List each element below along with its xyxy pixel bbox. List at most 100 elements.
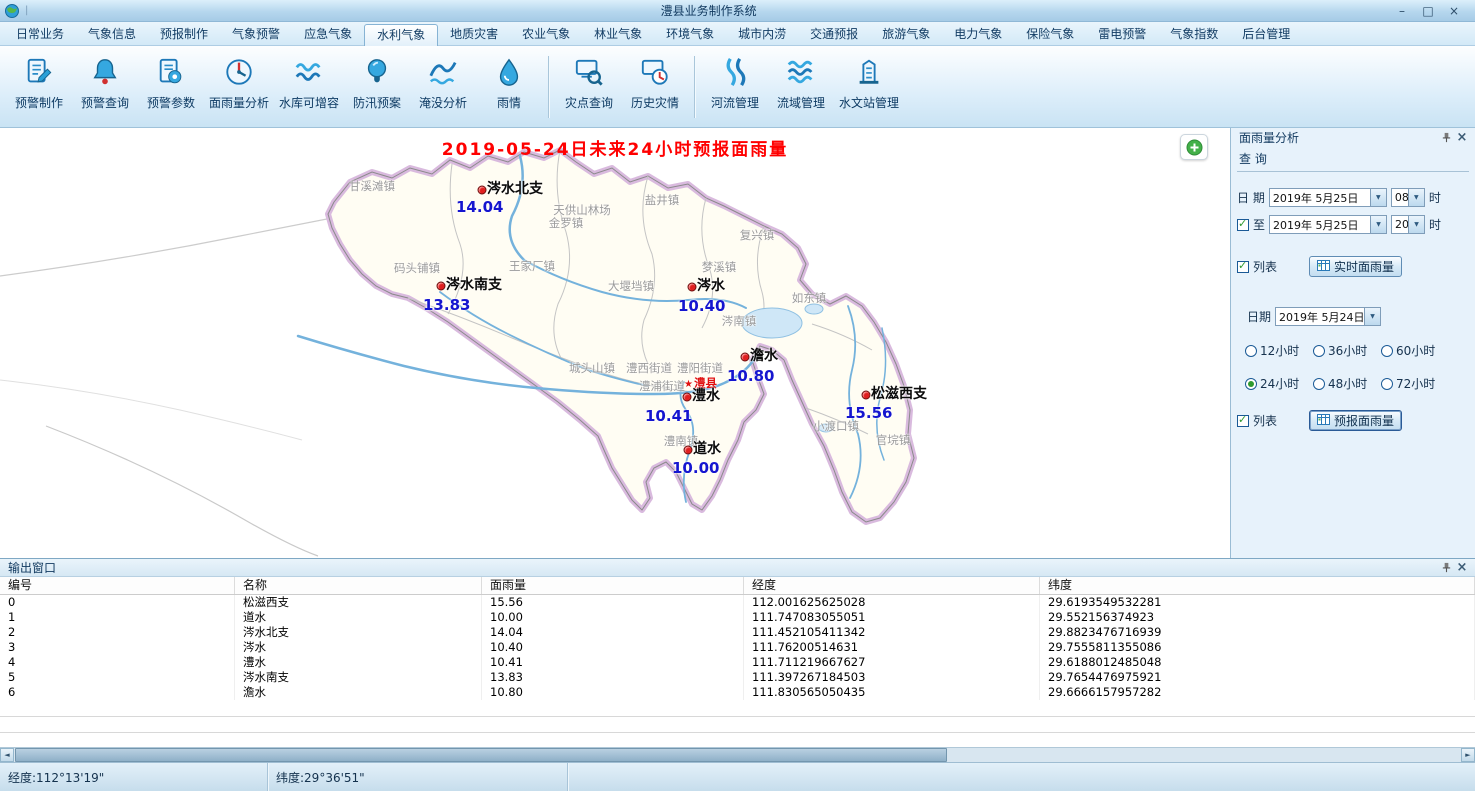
forecast-date-select[interactable]: 2019年 5月24日 ▼ [1275,307,1381,326]
duration-radio-60小时[interactable]: 60小时 [1381,342,1459,359]
menu-item-交通预报[interactable]: 交通预报 [798,24,870,44]
toolbar-button-预警制作[interactable]: 预警制作 [6,56,72,111]
table-row[interactable]: 4澧水10.41111.71121966762729.6188012485048 [0,655,1475,670]
table-cell: 道水 [235,610,482,625]
table-row[interactable]: 0松滋西支15.56112.00162562502829.61935495322… [0,595,1475,610]
close-button[interactable]: × [1441,1,1467,21]
toolbar-button-流域管理[interactable]: 流域管理 [768,56,834,111]
duration-radio-48小时[interactable]: 48小时 [1313,375,1381,392]
duration-radio-36小时[interactable]: 36小时 [1313,342,1381,359]
to-label: 至 [1253,216,1265,233]
menu-item-林业气象[interactable]: 林业气象 [582,24,654,44]
menu-item-日常业务[interactable]: 日常业务 [4,24,76,44]
scroll-right-button[interactable]: ► [1461,748,1475,762]
scrollbar-track[interactable] [14,748,1461,762]
horizontal-scrollbar[interactable]: ◄ ► [0,747,1475,762]
menu-item-应急气象[interactable]: 应急气象 [292,24,364,44]
realtime-rain-button[interactable]: 实时面雨量 [1309,256,1402,277]
toolbar: 预警制作预警查询预警参数面雨量分析水库可增容防汛预案淹没分析雨情 灾点查询历史灾情… [0,46,1475,128]
station-value-涔水: 10.40 [678,298,725,314]
station-name-松滋西支: 松滋西支 [871,386,927,402]
menu-item-电力气象[interactable]: 电力气象 [942,24,1014,44]
toolbar-button-雨情[interactable]: 雨情 [476,56,542,111]
radio-icon [1381,378,1393,390]
table-row[interactable]: 5涔水南支13.83111.39726718450329.76544769759… [0,670,1475,685]
duration-radio-12小时[interactable]: 12小时 [1245,342,1313,359]
menu-item-城市内涝[interactable]: 城市内涝 [726,24,798,44]
pin-icon[interactable] [1438,132,1454,143]
toolbar-button-label: 历史灾情 [631,94,679,111]
duration-radio-24小时[interactable]: 24小时 [1245,375,1313,392]
scroll-left-button[interactable]: ◄ [0,748,14,762]
start-date-select[interactable]: 2019年 5月25日 ▼ [1269,188,1387,207]
column-header-编号[interactable]: 编号 [0,577,235,594]
panel-close-icon[interactable]: × [1454,130,1470,145]
menu-item-农业气象[interactable]: 农业气象 [510,24,582,44]
table-cell: 111.711219667627 [744,655,1040,670]
table-cell: 13.83 [482,670,744,685]
longitude-status: 经度:112°13'19" [0,763,268,791]
menu-item-气象预警[interactable]: 气象预警 [220,24,292,44]
toolbar-button-灾点查询[interactable]: 灾点查询 [556,56,622,111]
menu-item-预报制作[interactable]: 预报制作 [148,24,220,44]
toolbar-separator [694,56,696,118]
table-row[interactable]: 1道水10.00111.74708305505129.552156374923 [0,610,1475,625]
forecast-rain-button[interactable]: 预报面雨量 [1309,410,1402,431]
map-area[interactable]: 甘溪滩镇盐井镇天供山林场金罗镇复兴镇码头铺镇王家厂镇大堰垱镇梦溪镇涔南镇如东镇城… [0,128,1230,558]
toolbar-button-预警参数[interactable]: 预警参数 [138,56,204,111]
duration-label: 48小时 [1328,375,1367,392]
column-header-经度[interactable]: 经度 [744,577,1040,594]
toolbar-button-预警查询[interactable]: 预警查询 [72,56,138,111]
to-checkbox[interactable] [1237,219,1249,231]
menu-item-气象指数[interactable]: 气象指数 [1158,24,1230,44]
output-close-icon[interactable]: × [1454,560,1470,575]
column-header-纬度[interactable]: 纬度 [1040,577,1475,594]
toolbar-button-label: 雨情 [497,94,521,111]
menu-item-保险气象[interactable]: 保险气象 [1014,24,1086,44]
table-cell: 涔水南支 [235,670,482,685]
menu-item-旅游气象[interactable]: 旅游气象 [870,24,942,44]
date-label: 日 期 [1237,189,1265,206]
toolbar-button-面雨量分析[interactable]: 面雨量分析 [204,56,274,111]
table-cell: 10.80 [482,685,744,700]
toolbar-button-历史灾情[interactable]: 历史灾情 [622,56,688,111]
table-cell: 3 [0,640,235,655]
pin-icon[interactable] [1438,562,1454,573]
minimize-button[interactable]: – [1389,1,1415,21]
menu-item-地质灾害[interactable]: 地质灾害 [438,24,510,44]
menu-item-雷电预警[interactable]: 雷电预警 [1086,24,1158,44]
zoom-in-button[interactable] [1180,134,1208,160]
table-row[interactable]: 3涔水10.40111.7620051463129.7555811355086 [0,640,1475,655]
menu-item-水利气象[interactable]: 水利气象 [364,24,438,46]
menu-item-后台管理[interactable]: 后台管理 [1230,24,1302,44]
scrollbar-thumb[interactable] [15,748,947,762]
dropdown-arrow-icon: ▼ [1364,308,1380,325]
realtime-list-checkbox[interactable] [1237,261,1249,273]
toolbar-button-水文站管理[interactable]: 水文站管理 [834,56,904,111]
end-date-value: 2019年 5月25日 [1270,217,1370,233]
column-header-名称[interactable]: 名称 [235,577,482,594]
realtime-list-label: 列表 [1253,258,1277,275]
toolbar-button-防汛预案[interactable]: 防汛预案 [344,56,410,111]
maximize-button[interactable]: □ [1415,1,1441,21]
table-row[interactable]: 2涔水北支14.04111.45210541134229.88234767169… [0,625,1475,640]
toolbar-button-淹没分析[interactable]: 淹没分析 [410,56,476,111]
toolbar-button-河流管理[interactable]: 河流管理 [702,56,768,111]
start-hour-select[interactable]: 08 ▼ [1391,188,1425,207]
output-window-title: 输出窗口 [8,559,1438,576]
station-name-道水: 道水 [693,441,721,457]
forecast-date-label: 日期 [1247,308,1271,325]
station-dot-涔水 [688,283,697,292]
town-label-涔南镇: 涔南镇 [722,313,757,329]
toolbar-button-水库可增容[interactable]: 水库可增容 [274,56,344,111]
end-hour-select[interactable]: 20 ▼ [1391,215,1425,234]
end-date-select[interactable]: 2019年 5月25日 ▼ [1269,215,1387,234]
table-row[interactable]: 6澹水10.80111.83056505043529.6666157957282 [0,685,1475,700]
forecast-list-checkbox[interactable] [1237,415,1249,427]
column-header-面雨量[interactable]: 面雨量 [482,577,744,594]
duration-radio-72小时[interactable]: 72小时 [1381,375,1459,392]
menu-item-环境气象[interactable]: 环境气象 [654,24,726,44]
menu-item-气象信息[interactable]: 气象信息 [76,24,148,44]
table-cell: 10.00 [482,610,744,625]
panel-title: 面雨量分析 [1239,129,1438,146]
